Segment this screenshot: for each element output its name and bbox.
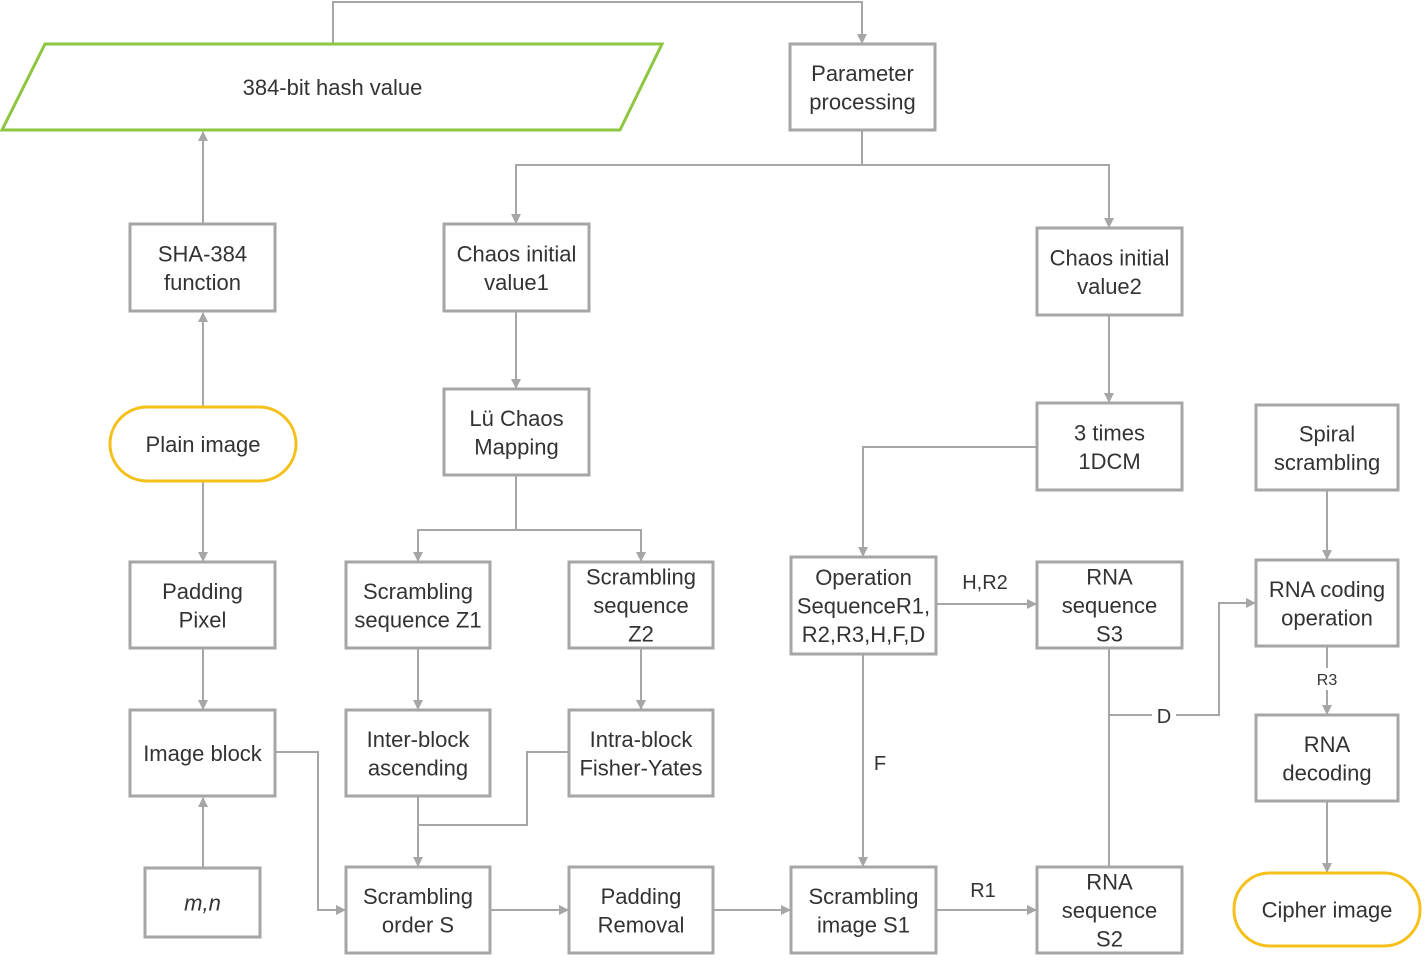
node-s1-text: image S1 (817, 912, 910, 937)
node-chaos2 (1035, 226, 1184, 317)
node-coding-text: RNA coding (1269, 577, 1385, 602)
node-s1-text: Scrambling (808, 884, 918, 909)
node-lu-text: Lü Chaos (469, 406, 563, 431)
node-dcm (1035, 401, 1184, 492)
node-padding (128, 560, 277, 650)
node-sha-text: SHA-384 (158, 241, 247, 266)
edge-lu-z2 (516, 529, 646, 562)
node-removal (567, 865, 715, 955)
node-decoding-text: RNA (1304, 732, 1351, 757)
node-removal-text: Padding (601, 884, 682, 909)
node-op-text: R2,R3,H,F,D (802, 622, 925, 647)
node-param-text: processing (809, 89, 915, 114)
node-cipher-text: Cipher image (1262, 898, 1393, 923)
node-z2-text: sequence (593, 593, 688, 618)
node-block-text: Image block (143, 741, 263, 766)
node-z2-text: Z2 (628, 622, 654, 647)
node-spiral-text: Spiral (1299, 421, 1355, 446)
label-r3: R3 (1317, 672, 1338, 689)
node-mn-text: m,n (184, 891, 221, 916)
edge-dcm-op (858, 446, 1037, 557)
node-param-text: Parameter (811, 61, 914, 86)
node-op-text: Operation (815, 565, 912, 590)
node-dcm-text: 3 times (1074, 420, 1145, 445)
node-padding-text: Pixel (179, 607, 227, 632)
node-sha-text: function (164, 270, 241, 295)
edge-hash-param (332, 1, 867, 44)
node-inter-text: Inter-block (367, 727, 471, 752)
node-s3-text: S3 (1096, 622, 1123, 647)
label-h-r2: H,R2 (962, 572, 1008, 594)
node-z2-text: Scrambling (586, 565, 696, 590)
node-lu-text: Mapping (474, 434, 558, 459)
node-chaos1-text: Chaos initial (457, 241, 577, 266)
node-s3-text: RNA (1086, 565, 1133, 590)
node-param (788, 42, 937, 132)
node-order-text: Scrambling (363, 884, 473, 909)
node-intra-text: Fisher-Yates (579, 755, 702, 780)
edge-block-order (275, 751, 346, 915)
node-spiral-text: scrambling (1274, 450, 1380, 475)
node-spiral (1254, 403, 1400, 492)
node-inter-text: ascending (368, 755, 468, 780)
node-padding-text: Padding (162, 579, 243, 604)
node-coding-text: operation (1281, 605, 1373, 630)
node-plain-text: Plain image (146, 432, 261, 457)
node-order (344, 865, 492, 955)
node-lu (442, 387, 591, 477)
node-s3-text: sequence (1062, 593, 1157, 618)
nodes: 384-bit hash value Parameter processing SHA… (0, 42, 1422, 955)
node-chaos2-text: Chaos initial (1050, 245, 1170, 270)
node-chaos1 (442, 222, 591, 313)
node-s2-text: RNA (1086, 870, 1133, 895)
node-intra-text: Intra-block (590, 727, 694, 752)
label-r1: R1 (970, 880, 996, 902)
node-z1 (344, 560, 492, 650)
node-chaos1-text: value1 (484, 270, 549, 295)
node-s1 (789, 865, 938, 955)
node-order-text: order S (382, 912, 454, 937)
node-removal-text: Removal (598, 912, 685, 937)
flowchart: H,R2 F D R3 R1 384-bit hash value Paramet… (0, 1, 1422, 955)
node-inter (344, 708, 492, 798)
node-coding (1254, 558, 1400, 648)
node-hash-text: 384-bit hash value (243, 75, 423, 100)
node-dcm-text: 1DCM (1078, 449, 1140, 474)
node-sha (128, 222, 277, 313)
node-z1-text: Scrambling (363, 579, 473, 604)
node-decoding-text: decoding (1282, 760, 1371, 785)
node-intra (567, 708, 715, 798)
node-op-text: SequenceR1, (797, 594, 930, 619)
label-f: F (874, 753, 886, 775)
node-chaos2-text: value2 (1077, 274, 1142, 299)
edge-chaos2 (862, 164, 1114, 228)
node-s2-text: S2 (1096, 927, 1123, 952)
edge-lu-z1 (413, 529, 516, 562)
node-s2-text: sequence (1062, 898, 1157, 923)
edge-chaos1 (511, 164, 862, 224)
node-decoding (1254, 713, 1400, 803)
label-d: D (1157, 706, 1171, 728)
node-z1-text: sequence Z1 (354, 607, 481, 632)
